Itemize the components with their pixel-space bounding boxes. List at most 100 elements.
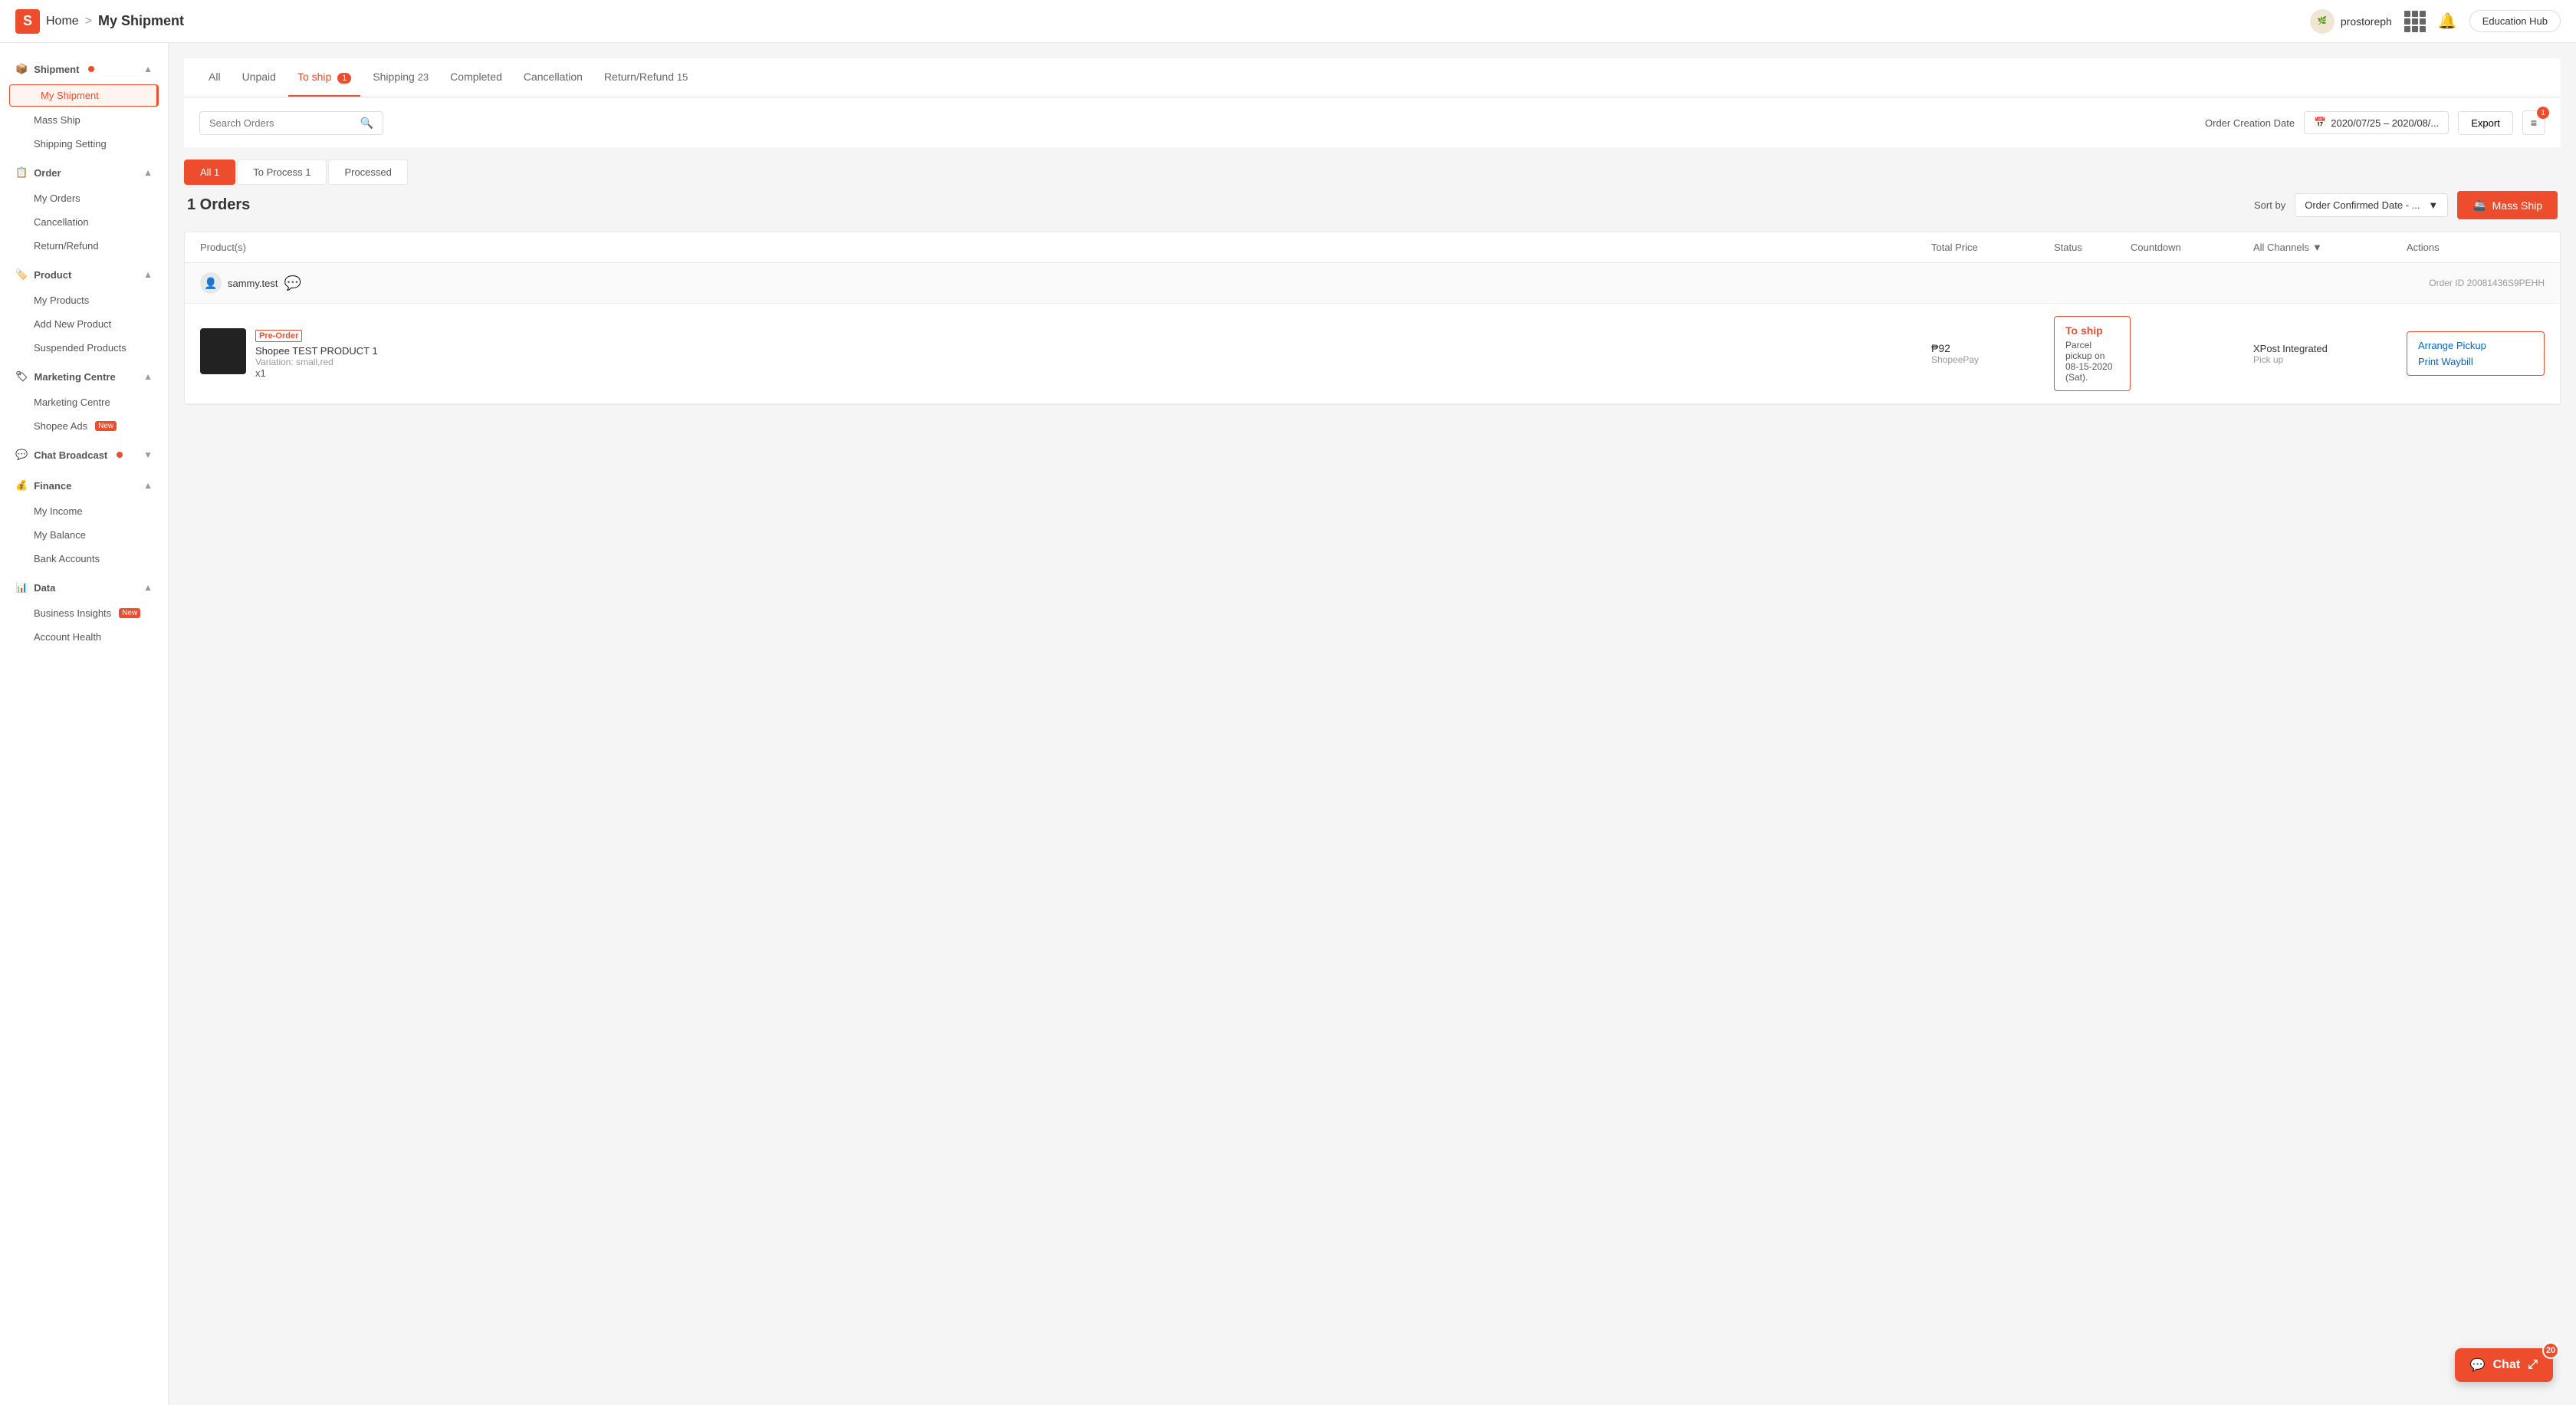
education-hub-button[interactable]: Education Hub xyxy=(2469,10,2561,32)
product-qty: x1 xyxy=(255,367,378,379)
mass-ship-button[interactable]: 🚢 Mass Ship xyxy=(2457,191,2558,219)
sidebar-section-product-header[interactable]: 🏷️ Product ▲ xyxy=(0,261,168,288)
search-filter-row: 🔍 Order Creation Date 📅 2020/07/25 – 202… xyxy=(184,98,2561,147)
chat-broadcast-dot xyxy=(117,452,123,458)
sort-chevron-icon: ▼ xyxy=(2428,199,2438,211)
order-username: sammy.test xyxy=(228,278,278,289)
search-input[interactable] xyxy=(209,117,354,129)
date-input[interactable]: 📅 2020/07/25 – 2020/08/... xyxy=(2304,111,2449,134)
sidebar-item-mass-ship[interactable]: Mass Ship xyxy=(0,108,168,132)
sidebar-item-shipping-setting[interactable]: Shipping Setting xyxy=(0,132,168,156)
sidebar-section-data-header[interactable]: 📊 Data ▲ xyxy=(0,574,168,601)
sidebar-item-account-health[interactable]: Account Health xyxy=(0,625,168,649)
date-value: 2020/07/25 – 2020/08/... xyxy=(2331,117,2439,129)
sort-row: Sort by Order Confirmed Date - ... ▼ 🚢 M… xyxy=(2254,191,2558,219)
main-tabs: All Unpaid To ship 1 Shipping 23 Complet… xyxy=(184,58,2561,97)
order-section-label: Order xyxy=(34,167,61,179)
tab-cancellation[interactable]: Cancellation xyxy=(514,58,592,97)
orders-header: 1 Orders Sort by Order Confirmed Date - … xyxy=(184,191,2561,219)
sidebar-item-business-insights[interactable]: Business Insights New xyxy=(0,601,168,625)
sidebar-item-my-shipment[interactable]: My Shipment xyxy=(9,84,159,107)
username-label: prostoreph xyxy=(2341,15,2392,28)
sidebar-section-finance-header[interactable]: 💰 Finance ▲ xyxy=(0,472,168,499)
top-nav: S Home > My Shipment 🌿 prostoreph 🔔 Educ… xyxy=(0,0,2576,43)
sidebar-section-marketing-header[interactable]: 🏷 Marketing Centre ▲ xyxy=(0,363,168,390)
bell-icon[interactable]: 🔔 xyxy=(2438,12,2457,31)
finance-chevron: ▲ xyxy=(143,480,153,491)
sidebar-item-my-orders[interactable]: My Orders xyxy=(0,186,168,210)
user-info: 🌿 prostoreph xyxy=(2310,9,2392,34)
product-chevron: ▲ xyxy=(143,269,153,280)
sidebar-item-cancellation[interactable]: Cancellation xyxy=(0,210,168,234)
sort-select[interactable]: Order Confirmed Date - ... ▼ xyxy=(2295,193,2448,217)
actions-col: Arrange Pickup Print Waybill xyxy=(2407,331,2545,376)
sidebar: 📦 Shipment ▲ My Shipment Mass Ship Shipp… xyxy=(0,43,169,1405)
sidebar-item-suspended-products[interactable]: Suspended Products xyxy=(0,336,168,360)
sidebar-item-return-refund[interactable]: Return/Refund xyxy=(0,234,168,258)
apps-grid-icon[interactable] xyxy=(2404,11,2426,32)
sidebar-item-shopee-ads[interactable]: Shopee Ads New xyxy=(0,414,168,438)
chat-broadcast-chevron: ▼ xyxy=(143,449,153,460)
product-variation: Variation: small,red xyxy=(255,357,378,367)
sidebar-section-order-header[interactable]: 📋 Order ▲ xyxy=(0,159,168,186)
status-label: To ship xyxy=(2065,324,2119,337)
chat-fab-label: Chat xyxy=(2493,1358,2521,1372)
product-name: Shopee TEST PRODUCT 1 xyxy=(255,345,378,357)
order-user-avatar: 👤 xyxy=(200,272,222,294)
date-label: Order Creation Date xyxy=(2205,117,2295,129)
sidebar-item-marketing-centre[interactable]: Marketing Centre xyxy=(0,390,168,414)
tab-unpaid[interactable]: Unpaid xyxy=(233,58,285,97)
chat-fab-badge: 20 xyxy=(2542,1342,2559,1359)
tab-completed[interactable]: Completed xyxy=(441,58,511,97)
sidebar-section-shipment-header[interactable]: 📦 Shipment ▲ xyxy=(0,55,168,83)
tab-return-refund[interactable]: Return/Refund 15 xyxy=(595,58,697,97)
sort-value: Order Confirmed Date - ... xyxy=(2305,199,2420,211)
order-id: Order ID 20081436S9PEHH xyxy=(2429,278,2545,288)
tab-shipping[interactable]: Shipping 23 xyxy=(363,58,438,97)
product-details: Pre-Order Shopee TEST PRODUCT 1 Variatio… xyxy=(255,328,378,379)
sidebar-item-bank-accounts[interactable]: Bank Accounts xyxy=(0,547,168,571)
logistics-type: Pick up xyxy=(2253,354,2407,365)
arrange-pickup-link[interactable]: Arrange Pickup xyxy=(2418,340,2533,351)
home-link[interactable]: Home xyxy=(46,15,79,28)
product-section-label: Product xyxy=(34,269,71,281)
order-chat-icon[interactable]: 💬 xyxy=(284,275,301,291)
price-col: ₱92 ShopeePay xyxy=(1931,342,2054,365)
sub-tab-all[interactable]: All 1 xyxy=(184,160,235,185)
chat-fab[interactable]: 💬 Chat ⤢ 20 xyxy=(2455,1348,2553,1382)
sidebar-section-chat-header[interactable]: 💬 Chat Broadcast ▼ xyxy=(0,441,168,469)
sidebar-item-my-balance[interactable]: My Balance xyxy=(0,523,168,547)
sidebar-section-order: 📋 Order ▲ My Orders Cancellation Return/… xyxy=(0,159,168,258)
finance-section-icon: 💰 xyxy=(15,479,28,492)
orders-table: Product(s) Total Price Status Countdown … xyxy=(184,232,2561,405)
print-waybill-link[interactable]: Print Waybill xyxy=(2418,356,2533,367)
filter-icon-button[interactable]: ≡ 1 xyxy=(2522,110,2545,135)
tab-all[interactable]: All xyxy=(199,58,230,97)
channels-label: All Channels xyxy=(2253,242,2309,253)
sub-tabs: All 1 To Process 1 Processed xyxy=(184,160,2561,185)
sidebar-item-my-income[interactable]: My Income xyxy=(0,499,168,523)
sub-tab-processed[interactable]: Processed xyxy=(328,160,407,185)
tab-to-ship[interactable]: To ship 1 xyxy=(288,58,360,97)
shipment-chevron: ▲ xyxy=(143,64,153,74)
page-title: My Shipment xyxy=(98,13,184,29)
sidebar-section-data: 📊 Data ▲ Business Insights New Account H… xyxy=(0,574,168,649)
avatar: 🌿 xyxy=(2310,9,2334,34)
expand-icon: ⤢ xyxy=(2528,1358,2538,1372)
export-button[interactable]: Export xyxy=(2458,111,2513,135)
filter-right: Order Creation Date 📅 2020/07/25 – 2020/… xyxy=(2205,110,2545,135)
sub-tab-to-process[interactable]: To Process 1 xyxy=(237,160,327,185)
col-channels[interactable]: All Channels ▼ xyxy=(2253,242,2407,253)
breadcrumb-separator: > xyxy=(85,15,92,28)
calendar-icon: 📅 xyxy=(2314,117,2326,129)
sidebar-section-shipment: 📦 Shipment ▲ My Shipment Mass Ship Shipp… xyxy=(0,55,168,156)
pre-order-badge: Pre-Order xyxy=(255,330,302,342)
data-section-label: Data xyxy=(34,582,55,594)
table-row: Pre-Order Shopee TEST PRODUCT 1 Variatio… xyxy=(185,304,2560,404)
search-box[interactable]: 🔍 xyxy=(199,111,383,135)
ship-icon: 🚢 xyxy=(2472,199,2486,212)
sidebar-item-my-products[interactable]: My Products xyxy=(0,288,168,312)
sidebar-section-product: 🏷️ Product ▲ My Products Add New Product… xyxy=(0,261,168,360)
sidebar-item-add-new-product[interactable]: Add New Product xyxy=(0,312,168,336)
marketing-section-icon: 🏷 xyxy=(15,370,28,383)
